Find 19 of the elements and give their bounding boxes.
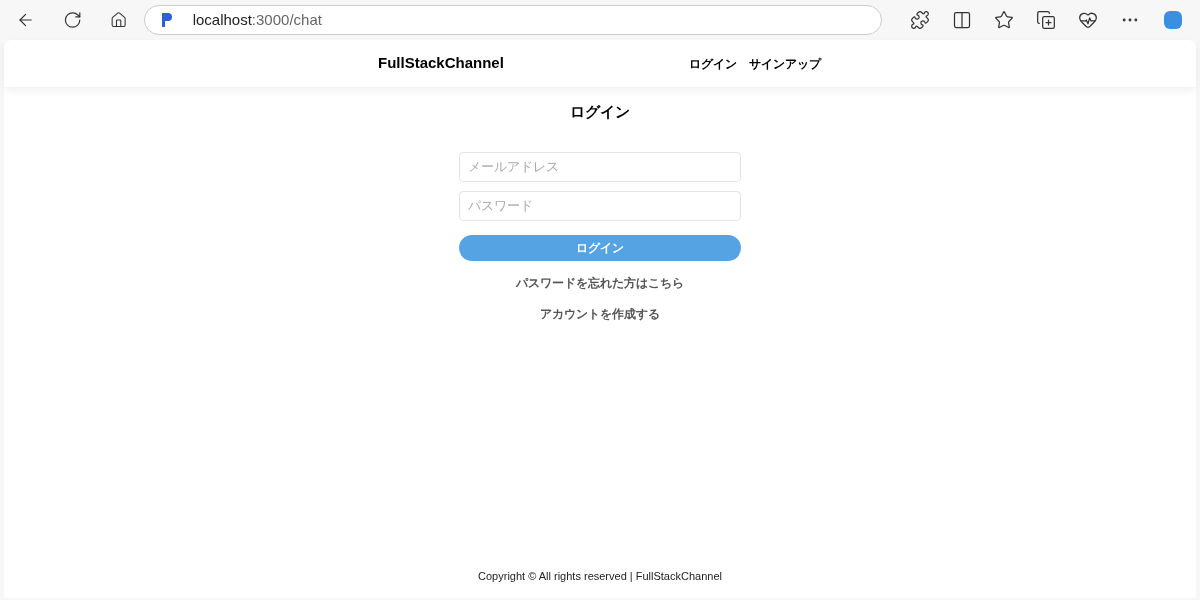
input-field[interactable]: メールアドレス (459, 151, 741, 182)
text-link[interactable]: アカウントを作成する (540, 304, 660, 323)
split-screen-icon[interactable] (952, 10, 972, 30)
collections-icon[interactable] (1036, 10, 1056, 30)
nav-link[interactable]: サインアップ (749, 54, 821, 73)
footer-text: Copyright © All rights reserved | FullStackChannel (478, 568, 722, 584)
site-logo-icon (160, 12, 173, 28)
brand-title[interactable]: FullStackChannel (378, 52, 504, 75)
input-field[interactable]: パスワード (459, 190, 741, 221)
reload-icon[interactable] (63, 10, 83, 30)
page-title: ログイン (570, 102, 630, 122)
home-icon[interactable] (110, 11, 128, 29)
heart-pulse-icon[interactable] (1078, 10, 1098, 30)
address-bar[interactable]: localhost:3000/chat (143, 5, 882, 35)
nav-link[interactable]: ログイン (689, 54, 737, 73)
favorites-icon[interactable] (994, 10, 1014, 30)
text-link[interactable]: パスワードを忘れた方はこちら (516, 273, 684, 292)
extensions-icon[interactable] (910, 10, 930, 30)
url-text: localhost:3000/chat (192, 9, 322, 30)
